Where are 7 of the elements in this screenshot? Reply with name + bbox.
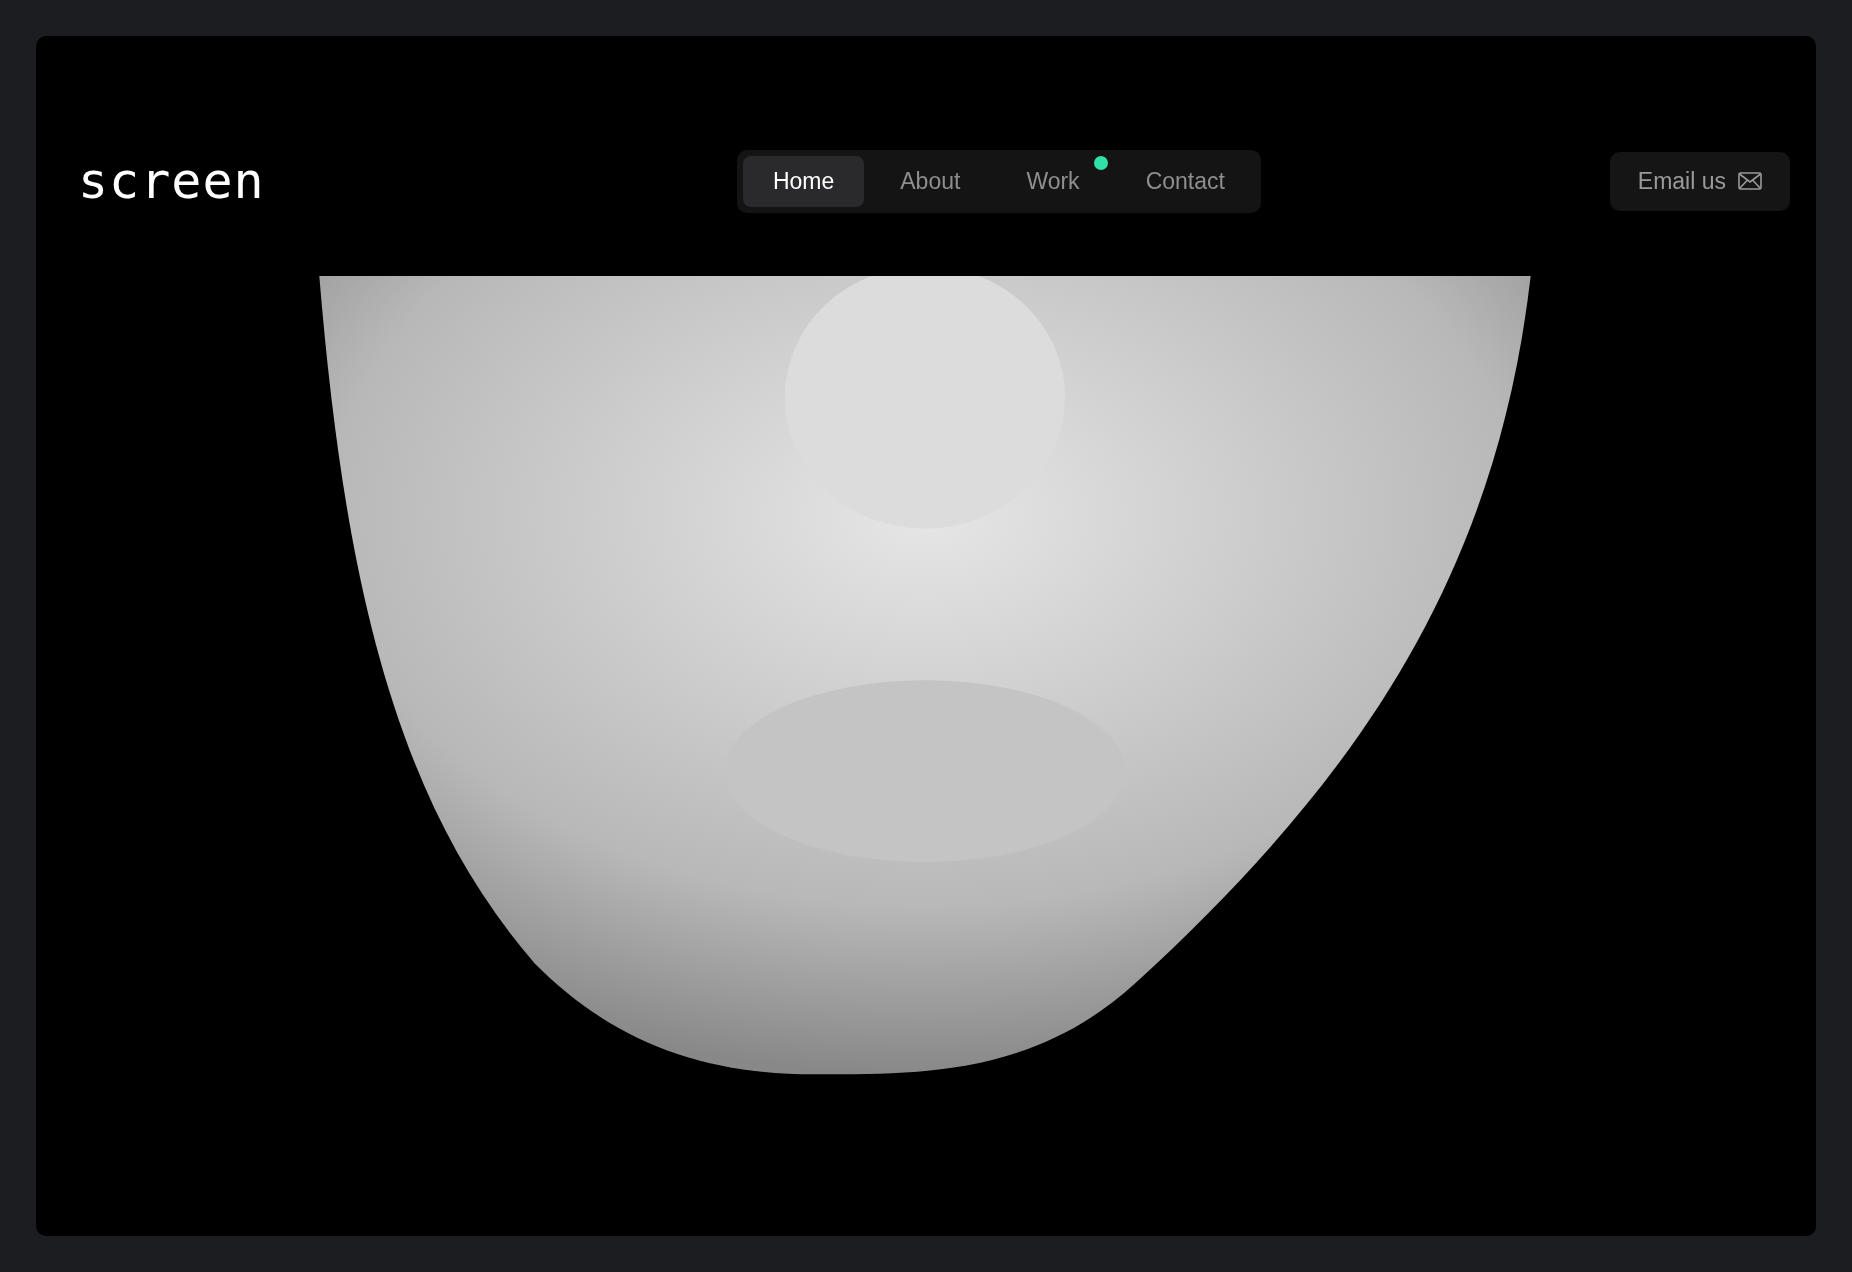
nav-tab[interactable]: Work — [996, 155, 1110, 207]
nav-tab[interactable]: About — [870, 155, 991, 207]
mail-icon — [1738, 172, 1762, 190]
nav-tab[interactable]: Home — [742, 155, 865, 207]
nav-tab[interactable]: Contact — [1115, 155, 1255, 207]
email-button[interactable]: Email us — [1609, 151, 1790, 211]
logo[interactable]: screen — [78, 152, 268, 210]
